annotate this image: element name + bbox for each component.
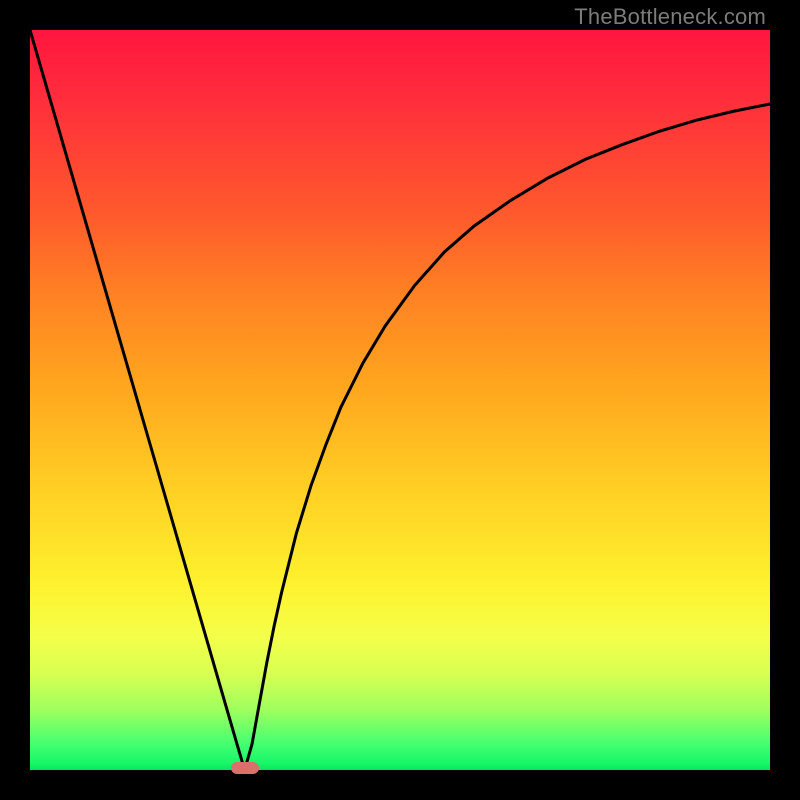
bottleneck-curve-path	[30, 30, 770, 770]
curve-svg	[30, 30, 770, 770]
minimum-marker	[231, 762, 259, 774]
chart-frame: TheBottleneck.com	[0, 0, 800, 800]
plot-area	[30, 30, 770, 770]
watermark-text: TheBottleneck.com	[574, 4, 766, 30]
